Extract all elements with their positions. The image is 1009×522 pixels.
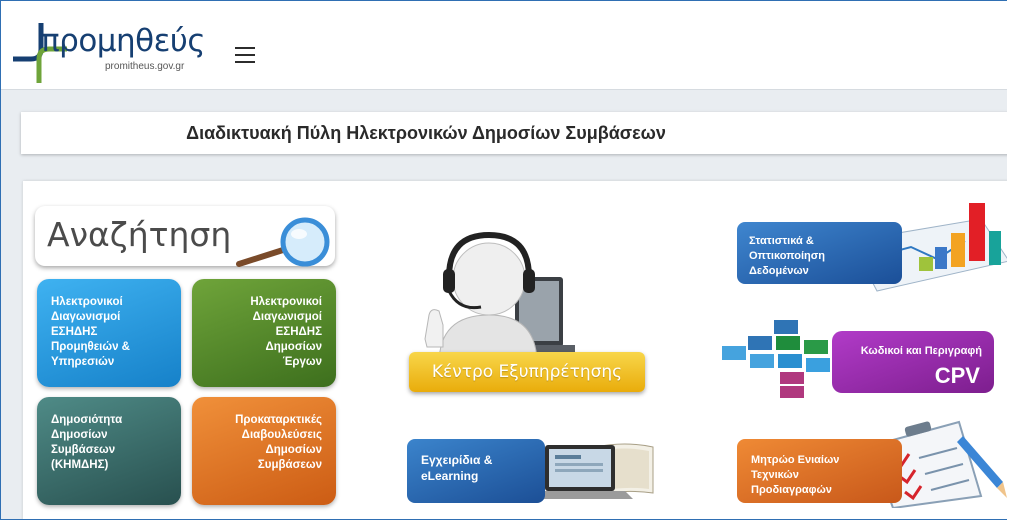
tile-esidis-supplies[interactable]: Ηλεκτρονικοί Διαγωνισμοί ΕΣΗΔΗΣ Προμηθει… [37,279,181,387]
statistics-visualization-button[interactable]: Στατιστικά & Οπτικοποίηση Δεδομένων [737,201,1007,292]
registry-line: Μητρώο Ενιαίων [751,454,840,466]
tile-line: Δημοσιότητα [51,414,123,426]
tile-line: ΕΣΗΔΗΣ [51,326,98,338]
tile-line: Προμηθειών & [51,341,130,353]
tile-line: Έργων [282,356,322,368]
building-blocks-icon [722,320,830,398]
hamburger-menu-icon[interactable] [235,47,255,63]
cpv-codes-button[interactable]: Κωδικοί και Περιγραφή CPV [720,316,1000,406]
tile-kimdis-publicity[interactable]: Δημοσιότητα Δημοσίων Συμβάσεων (ΚΗΜΔΗΣ) [37,397,181,505]
manuals-line: Εγχειρίδια & [421,453,493,467]
cpv-code: CPV [934,363,980,388]
search-label: Αναζήτηση [47,215,232,254]
tile-line: Υπηρεσιών [51,356,115,368]
registry-label: Μητρώο Ενιαίων Τεχνικών Προδιαγραφών [737,439,902,503]
stats-line: Οπτικοποίηση [749,250,825,262]
tile-line: Διαγωνισμοί [51,311,121,323]
manuals-line: eLearning [421,469,479,483]
stats-line: Δεδομένων [749,265,809,277]
tile-line: Ηλεκτρονικοί [51,296,123,308]
technical-specs-registry-button[interactable]: Μητρώο Ενιαίων Τεχνικών Προδιαγραφών [737,416,1007,508]
tile-consultations[interactable]: Προκαταρκτικές Διαβουλεύσεις Δημοσίων Συ… [192,397,336,505]
portal-title-bar: Διαδικτυακή Πύλη Ηλεκτρονικών Δημοσίων Σ… [21,112,1007,154]
tile-line: (ΚΗΜΔΗΣ) [51,459,109,471]
statistics-label: Στατιστικά & Οπτικοποίηση Δεδομένων [737,222,902,284]
promitheus-logo[interactable]: πρoμηθεύς promitheus.gov.gr [11,19,206,85]
logo-subtitle: promitheus.gov.gr [105,61,185,72]
registry-line: Τεχνικών [751,469,799,481]
tile-line: Προκαταρκτικές [235,414,322,426]
tile-line: Συμβάσεων [51,444,116,456]
cpv-label: Κωδικοί και Περιγραφή CPV [832,331,994,393]
helpdesk-agent-icon [424,231,575,364]
tile-line: ΕΣΗΔΗΣ [275,326,322,338]
tile-line: Διαγωνισμοί [252,311,322,323]
registry-line: Προδιαγραφών [751,484,832,496]
main-content: Αναζήτηση Ηλεκτρονικοί Διαγωνισμοί ΕΣΗΔΗ… [23,181,1007,519]
tile-line: Δημοσίων [265,444,322,456]
tile-line: Δημοσίων [51,429,108,441]
tile-line: Συμβάσεων [257,459,322,471]
helpdesk-button[interactable]: Κέντρο Εξυπηρέτησης [409,352,645,392]
magnifier-icon [236,217,330,267]
portal-title: Διαδικτυακή Πύλη Ηλεκτρονικών Δημοσίων Σ… [186,122,666,143]
stats-line: Στατιστικά & [749,235,814,247]
top-header: πρoμηθεύς promitheus.gov.gr [1,1,1007,90]
tile-esidis-works[interactable]: Ηλεκτρονικοί Διαγωνισμοί ΕΣΗΔΗΣ Δημοσίων… [192,279,336,387]
page-frame: πρoμηθεύς promitheus.gov.gr Διαδικτυακή … [0,0,1007,520]
manuals-elearning-button[interactable]: Εγχειρίδια & eLearning [407,439,657,505]
manuals-label: Εγχειρίδια & eLearning [407,439,545,503]
tile-line: Δημοσίων [265,341,322,353]
search-button[interactable]: Αναζήτηση [35,206,335,267]
tile-line: Διαβουλεύσεις [241,429,322,441]
logo-text: πρoμηθεύς [41,23,206,59]
cpv-title: Κωδικοί και Περιγραφή [860,345,982,357]
tile-line: Ηλεκτρονικοί [250,296,322,308]
